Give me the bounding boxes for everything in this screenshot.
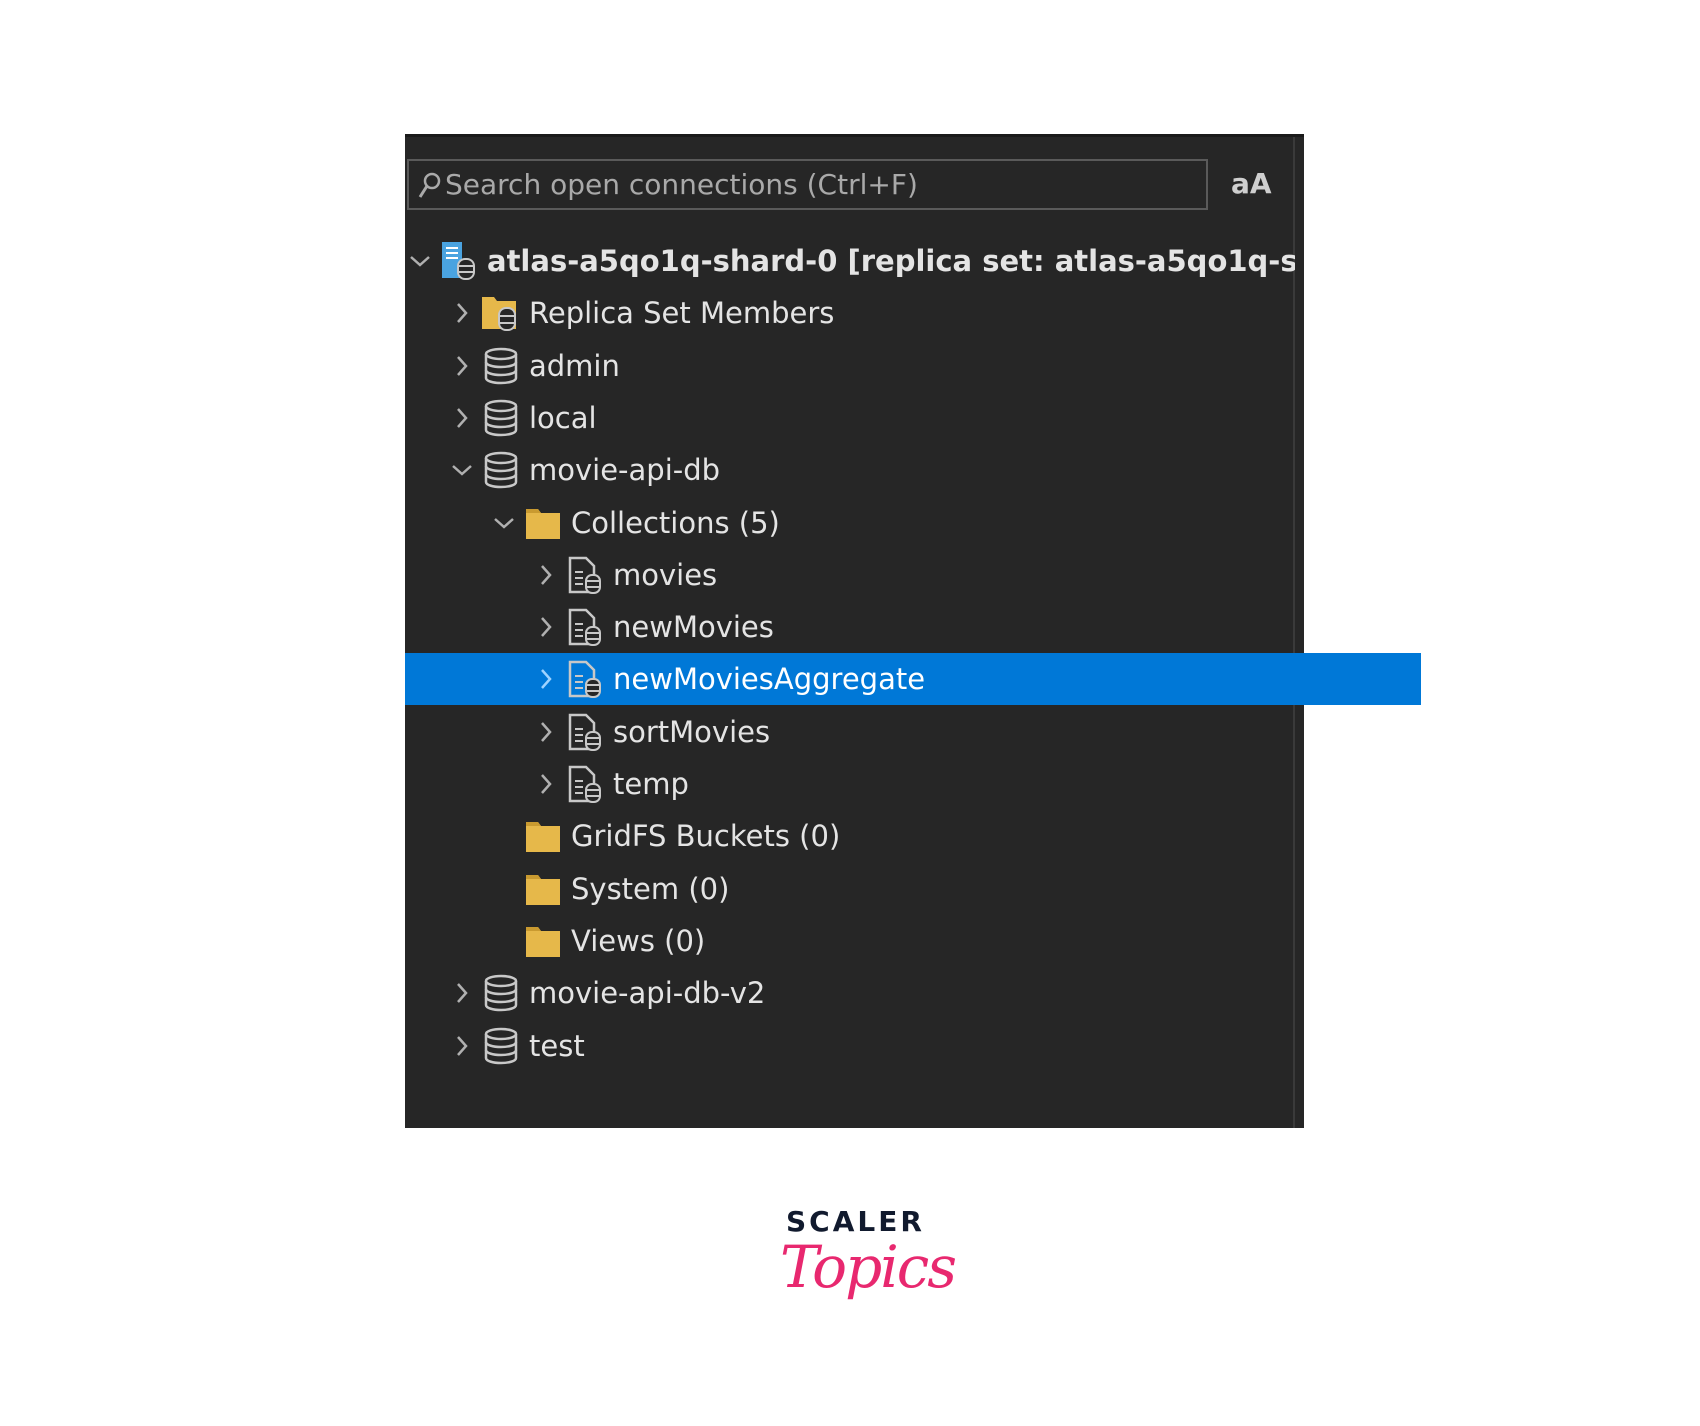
- tree-item-label: movie-api-db-v2: [529, 976, 766, 1011]
- server-icon: [439, 241, 479, 281]
- collection-icon: [565, 555, 605, 595]
- tree-item-label: admin: [529, 348, 620, 383]
- tree-item[interactable]: atlas-a5qo1q-shard-0 [replica set: atlas…: [405, 235, 1295, 287]
- tree-item-label: System (0): [571, 871, 730, 906]
- tree-item[interactable]: newMovies: [405, 601, 1421, 653]
- folder-icon: [523, 921, 563, 961]
- search-input[interactable]: Search open connections (Ctrl+F): [407, 159, 1208, 210]
- tree-item[interactable]: sortMovies: [405, 706, 1421, 758]
- tree-item-label: Replica Set Members: [529, 296, 835, 331]
- tree-item[interactable]: Views (0): [405, 915, 1379, 967]
- database-icon: [481, 398, 521, 438]
- chevron-right-icon[interactable]: [533, 614, 559, 640]
- collection-icon: [565, 607, 605, 647]
- chevron-right-icon[interactable]: [449, 405, 475, 431]
- connection-tree-panel: Search open connections (Ctrl+F) aA atla…: [405, 134, 1421, 1128]
- chevron-right-icon[interactable]: [533, 771, 559, 797]
- tree-item-label: local: [529, 400, 597, 435]
- chevron-right-icon[interactable]: [533, 666, 559, 692]
- chevron-right-icon[interactable]: [533, 719, 559, 745]
- folder-icon: [523, 869, 563, 909]
- database-icon: [481, 973, 521, 1013]
- search-icon: [415, 171, 445, 199]
- tree-item-label: Views (0): [571, 923, 706, 958]
- collection-icon: [565, 764, 605, 804]
- tree-item-label: movie-api-db: [529, 453, 721, 488]
- tree-item[interactable]: movie-api-db-v2: [405, 967, 1337, 1019]
- chevron-right-icon[interactable]: [449, 300, 475, 326]
- chevron-down-icon[interactable]: [449, 457, 475, 483]
- tree-item[interactable]: Collections (5): [405, 497, 1379, 549]
- tree-item[interactable]: System (0): [405, 863, 1379, 915]
- tree-item[interactable]: movies: [405, 549, 1421, 601]
- tree-item-label: temp: [613, 767, 689, 801]
- tree-item-label: atlas-a5qo1q-shard-0 [replica set: atlas…: [487, 244, 1295, 278]
- folder-db-icon: [481, 293, 521, 333]
- database-icon: [481, 1026, 521, 1066]
- chevron-right-icon[interactable]: [449, 353, 475, 379]
- search-placeholder: Search open connections (Ctrl+F): [445, 168, 918, 201]
- tree-item-label: GridFS Buckets (0): [571, 819, 841, 854]
- chevron-down-icon[interactable]: [407, 248, 433, 274]
- tree-item-label: newMovies: [613, 610, 774, 645]
- chevron-right-icon[interactable]: [533, 562, 559, 588]
- database-icon: [481, 346, 521, 386]
- chevron-right-icon[interactable]: [449, 1033, 475, 1059]
- chevron-right-icon[interactable]: [449, 980, 475, 1006]
- scaler-topics-logo: SCALER Topics: [780, 1205, 957, 1335]
- database-icon: [481, 450, 521, 490]
- tree-item[interactable]: temp: [405, 758, 1421, 810]
- folder-icon: [523, 503, 563, 543]
- tree-item-label: newMoviesAggregate: [613, 662, 926, 697]
- tree-item[interactable]: GridFS Buckets (0): [405, 810, 1379, 862]
- tree-item[interactable]: local: [405, 392, 1337, 444]
- tree-item-label: test: [529, 1028, 585, 1063]
- collection-icon: [565, 659, 605, 699]
- tree-item[interactable]: admin: [405, 340, 1337, 392]
- tree-item-label: sortMovies: [613, 714, 771, 749]
- tree-item-label: movies: [613, 557, 718, 592]
- tree-item-label: Collections (5): [571, 505, 780, 540]
- tree-item[interactable]: newMoviesAggregate: [405, 653, 1421, 706]
- tree-item[interactable]: Replica Set Members: [405, 287, 1337, 339]
- logo-topics: Topics: [780, 1233, 957, 1301]
- chevron-down-icon[interactable]: [491, 510, 517, 536]
- tree-item[interactable]: movie-api-db: [405, 444, 1337, 496]
- tree-item[interactable]: test: [405, 1020, 1337, 1072]
- collection-icon: [565, 712, 605, 752]
- folder-icon: [523, 816, 563, 856]
- match-case-toggle[interactable]: aA: [1231, 167, 1272, 200]
